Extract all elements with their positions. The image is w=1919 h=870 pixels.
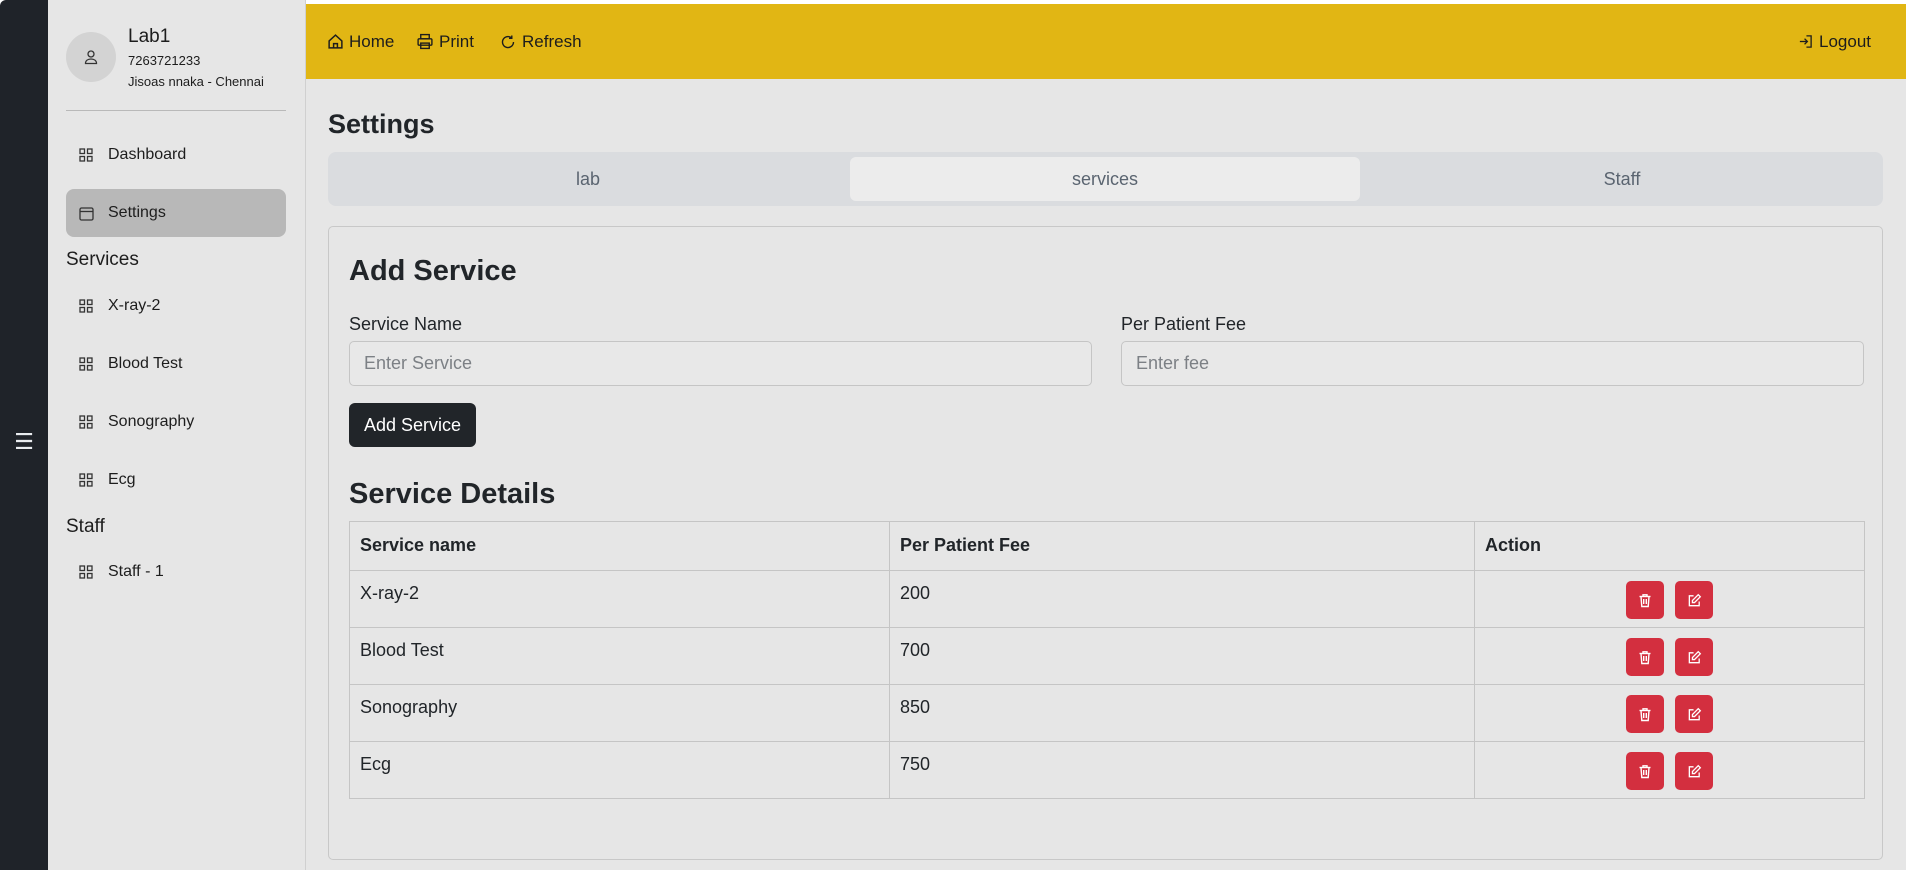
table-row: X-ray-2 200 (349, 570, 1865, 628)
fee-cell: 200 (889, 570, 1475, 628)
calendar-icon (78, 205, 94, 221)
sidebar-item-label: Sonography (108, 413, 195, 430)
service-name-cell: Sonography (349, 684, 890, 742)
trash-icon (1639, 650, 1651, 664)
delete-button[interactable] (1625, 752, 1664, 790)
settings-tabs: lab services Staff (328, 152, 1883, 206)
grid-icon (78, 298, 94, 314)
trash-icon (1639, 593, 1651, 607)
delete-button[interactable] (1625, 581, 1664, 619)
sidebar-item-label: Dashboard (108, 146, 187, 163)
home-icon (326, 33, 344, 51)
profile-card: Lab1 7263721233 Jisoas nnaka - Chennai (66, 26, 306, 96)
menu-toggle-icon[interactable]: ☰ (0, 428, 48, 456)
service-table: Service name Per Patient Fee Action X-ra… (349, 521, 1865, 799)
profile-phone: 7263721233 (128, 53, 201, 68)
service-card: Add Service Service Name Per Patient Fee… (328, 226, 1883, 860)
table-header-row: Service name Per Patient Fee Action (349, 521, 1865, 571)
table-row: Ecg 750 (349, 741, 1865, 799)
edit-icon (1688, 764, 1701, 777)
tab-staff[interactable]: Staff (1367, 157, 1877, 201)
refresh-button[interactable]: Refresh (499, 4, 582, 79)
sidebar-item-label: Ecg (108, 471, 136, 488)
sidebar-item-staff-1[interactable]: Staff - 1 (66, 548, 286, 596)
delete-button[interactable] (1625, 638, 1664, 676)
grid-icon (78, 472, 94, 488)
print-label: Print (439, 31, 474, 51)
fee-input[interactable] (1121, 341, 1864, 386)
add-service-button[interactable]: Add Service (349, 403, 477, 447)
logout-icon (1796, 33, 1814, 51)
column-header-service-name: Service name (349, 521, 890, 571)
tab-services[interactable]: services (850, 157, 1360, 201)
fee-cell: 750 (889, 741, 1475, 799)
print-button[interactable]: Print (416, 4, 474, 79)
sidebar-item-blood-test[interactable]: Blood Test (66, 340, 286, 388)
tab-lab[interactable]: lab (333, 157, 843, 201)
sidebar-item-label: Staff - 1 (108, 563, 164, 580)
sidebar-item-label: X-ray-2 (108, 297, 161, 314)
profile-location: Jisoas nnaka - Chennai (128, 74, 264, 89)
service-name-cell: Blood Test (349, 627, 890, 685)
top-bar: Home Print Refresh Logout (306, 4, 1906, 79)
fee-cell: 700 (889, 627, 1475, 685)
page-title: Settings (328, 109, 435, 139)
action-cell (1474, 627, 1865, 685)
table-row: Sonography 850 (349, 684, 1865, 742)
service-name-cell: Ecg (349, 741, 890, 799)
fee-cell: 850 (889, 684, 1475, 742)
table-row: Blood Test 700 (349, 627, 1865, 685)
sidebar-item-label: Blood Test (108, 355, 183, 372)
sidebar: Lab1 7263721233 Jisoas nnaka - Chennai D… (48, 0, 306, 870)
service-name-input[interactable] (349, 341, 1092, 386)
sidebar-item-ecg[interactable]: Ecg (66, 456, 286, 504)
action-cell (1474, 570, 1865, 628)
column-header-action: Action (1474, 521, 1865, 571)
services-group-label: Services (66, 249, 139, 270)
main-content: Settings lab services Staff Add Service … (306, 79, 1906, 870)
edit-icon (1688, 650, 1701, 663)
user-icon (84, 50, 98, 65)
service-name-cell: X-ray-2 (349, 570, 890, 628)
add-service-title: Add Service (349, 255, 517, 287)
home-button[interactable]: Home (326, 4, 394, 79)
grid-icon (78, 147, 94, 163)
refresh-icon (499, 33, 517, 51)
staff-group-label: Staff (66, 516, 105, 537)
sidebar-item-dashboard[interactable]: Dashboard (66, 131, 286, 179)
avatar (66, 32, 116, 82)
logout-button[interactable]: Logout (1796, 4, 1871, 79)
sidebar-item-sonography[interactable]: Sonography (66, 398, 286, 446)
trash-icon (1639, 764, 1651, 778)
printer-icon (416, 33, 434, 51)
edit-button[interactable] (1675, 695, 1713, 733)
grid-icon (78, 356, 94, 372)
sidebar-item-label: Settings (108, 204, 166, 221)
delete-button[interactable] (1625, 695, 1664, 733)
refresh-label: Refresh (522, 31, 582, 51)
edit-icon (1688, 593, 1701, 606)
service-details-title: Service Details (349, 478, 556, 510)
grid-icon (78, 564, 94, 580)
edit-button[interactable] (1675, 638, 1713, 676)
profile-name: Lab1 (128, 26, 171, 47)
grid-icon (78, 414, 94, 430)
sidebar-item-xray-2[interactable]: X-ray-2 (66, 282, 286, 330)
edit-button[interactable] (1675, 581, 1713, 619)
sidebar-item-settings[interactable]: Settings (66, 189, 286, 237)
logout-label: Logout (1819, 31, 1871, 51)
column-header-fee: Per Patient Fee (889, 521, 1475, 571)
sidebar-divider (66, 110, 286, 111)
fee-label: Per Patient Fee (1121, 314, 1247, 334)
sidebar-rail: ☰ (0, 0, 48, 870)
trash-icon (1639, 707, 1651, 721)
edit-icon (1688, 707, 1701, 720)
service-name-label: Service Name (349, 314, 463, 334)
action-cell (1474, 684, 1865, 742)
home-label: Home (349, 31, 395, 51)
action-cell (1474, 741, 1865, 799)
edit-button[interactable] (1675, 752, 1713, 790)
